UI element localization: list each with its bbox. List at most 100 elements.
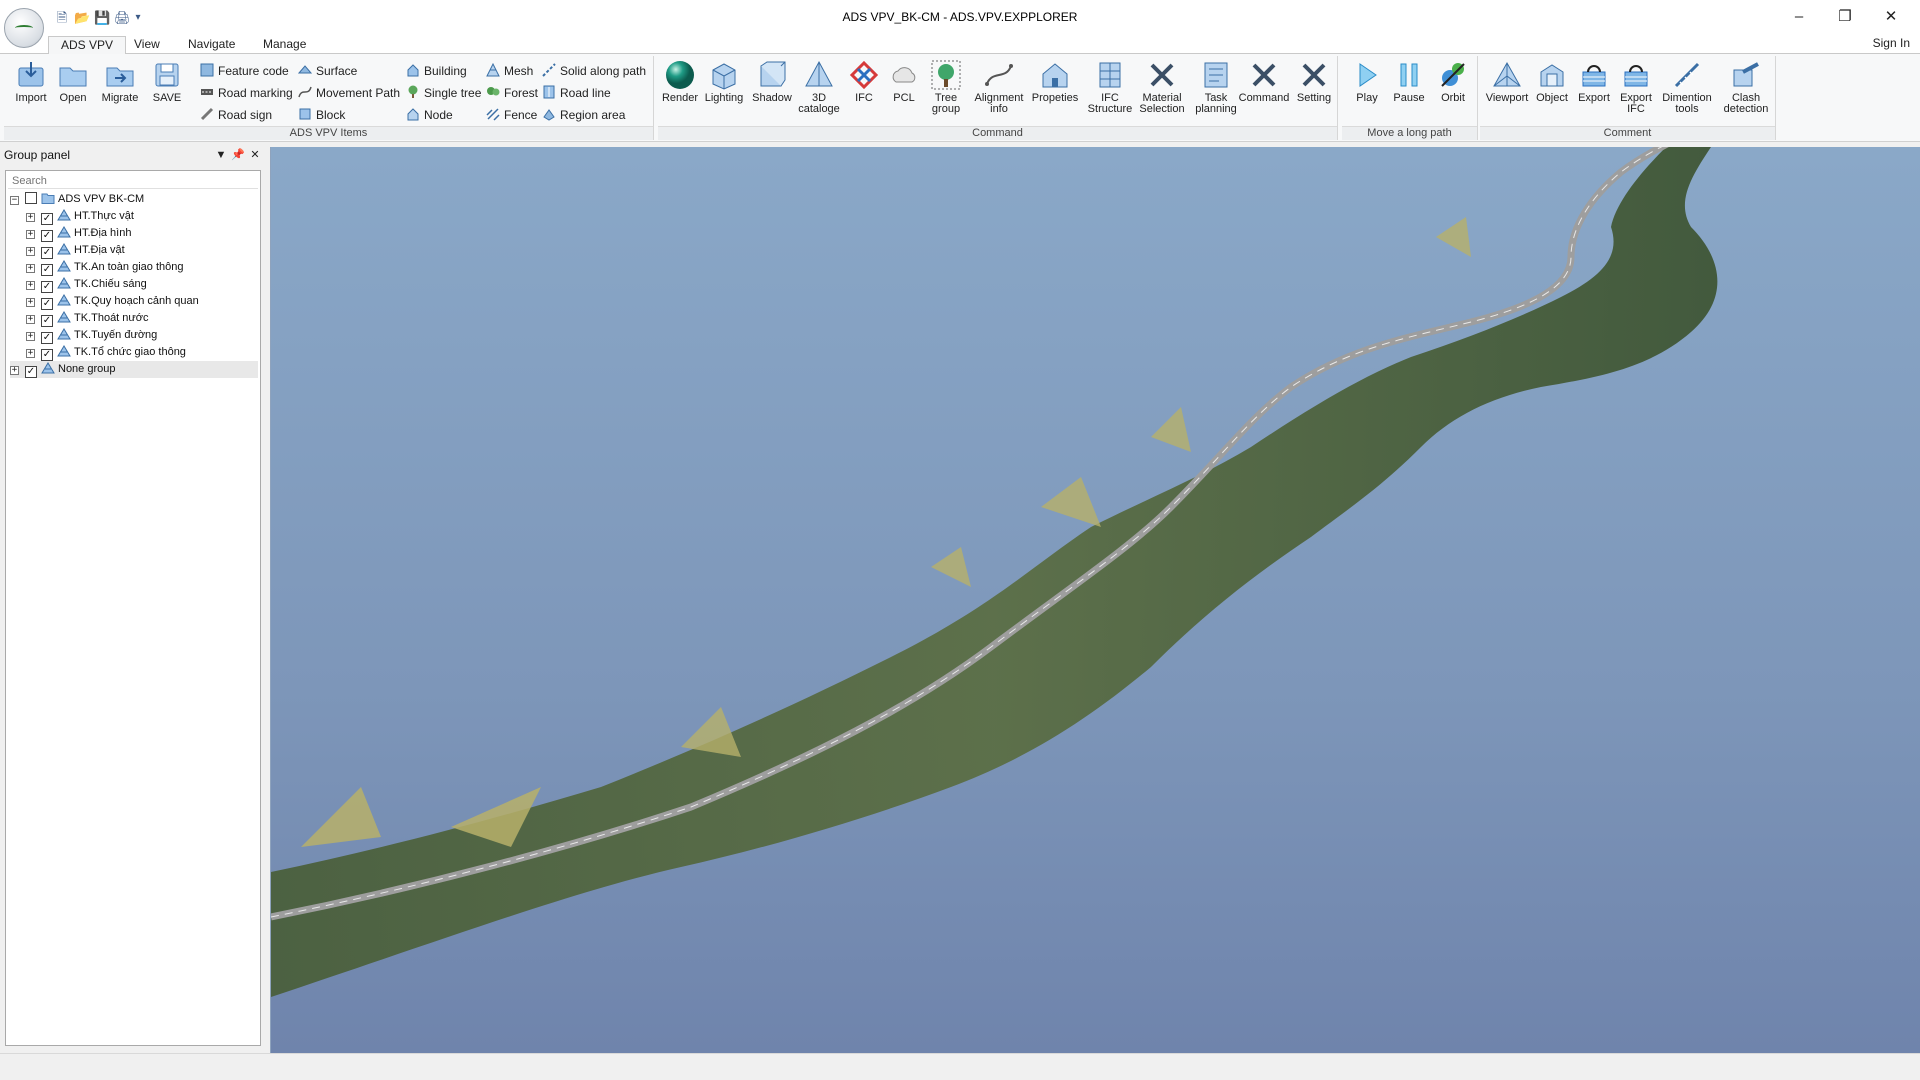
pcl-button[interactable]: PCL bbox=[886, 60, 922, 104]
render-button[interactable]: Render bbox=[660, 60, 700, 104]
tree-root-row[interactable]: − ADS VPV BK-CM bbox=[10, 191, 144, 208]
panel-close-icon[interactable]: ✕ bbox=[248, 146, 262, 164]
tree-checkbox[interactable]: ✓ bbox=[41, 349, 53, 361]
save-button[interactable]: SAVE bbox=[152, 60, 182, 104]
ifc-button[interactable]: IFC bbox=[846, 60, 882, 104]
tree-checkbox[interactable]: ✓ bbox=[41, 298, 53, 310]
building-label: Building bbox=[424, 64, 467, 78]
tree-checkbox[interactable]: ✓ bbox=[41, 332, 53, 344]
slope-patch bbox=[301, 787, 381, 847]
tree-row[interactable]: + ✓ TK.Thoát nước bbox=[26, 310, 149, 327]
tree-row[interactable]: + ✓ HT.Địa hình bbox=[26, 225, 131, 242]
ifc-structure-line2: Structure bbox=[1087, 103, 1133, 115]
expand-icon[interactable]: + bbox=[26, 230, 35, 239]
block-label: Block bbox=[316, 108, 346, 122]
tree-checkbox[interactable]: ✓ bbox=[41, 264, 53, 276]
expand-icon[interactable]: + bbox=[26, 298, 35, 307]
expand-icon[interactable]: + bbox=[26, 281, 35, 290]
tree-group-button[interactable]: Tree group bbox=[926, 60, 966, 115]
command-button[interactable]: Command bbox=[1236, 60, 1292, 104]
group-search-input[interactable] bbox=[8, 173, 258, 189]
fence-button[interactable]: Fence bbox=[486, 106, 537, 124]
movement-path-button[interactable]: Movement Path bbox=[298, 84, 400, 102]
panel-dropdown-icon[interactable]: ▼ bbox=[214, 146, 228, 164]
import-button[interactable]: Import bbox=[14, 60, 48, 104]
solid-along-path-button[interactable]: Solid along path bbox=[542, 62, 646, 80]
expand-icon[interactable]: + bbox=[26, 264, 35, 273]
tab-navigate[interactable]: Navigate bbox=[176, 36, 247, 55]
minimize-button[interactable]: – bbox=[1776, 4, 1822, 30]
task-planning-button[interactable]: Task planning bbox=[1190, 60, 1242, 115]
slope-patch bbox=[1151, 407, 1191, 452]
setting-button[interactable]: Setting bbox=[1292, 60, 1336, 104]
tree-checkbox[interactable]: ✓ bbox=[41, 315, 53, 327]
export-ifc-button[interactable]: Export IFC bbox=[1616, 60, 1656, 115]
expand-icon[interactable]: + bbox=[10, 366, 19, 375]
restore-button[interactable]: ❐ bbox=[1822, 4, 1868, 30]
building-button[interactable]: Building bbox=[406, 62, 467, 80]
material-tools-icon bbox=[1150, 63, 1174, 87]
tree-checkbox[interactable] bbox=[25, 192, 37, 204]
tree-row[interactable]: + ✓ TK.Chiếu sáng bbox=[26, 276, 147, 293]
clash-detection-button[interactable]: Clash detection bbox=[1718, 60, 1774, 115]
dimention-tools-button[interactable]: Dimention tools bbox=[1660, 60, 1714, 115]
expand-icon[interactable]: + bbox=[26, 332, 35, 341]
road-sign-button[interactable]: Road sign bbox=[200, 106, 272, 124]
tab-ads-vpv[interactable]: ADS VPV bbox=[48, 36, 127, 55]
tree-row[interactable]: + ✓ TK.Tổ chức giao thông bbox=[26, 344, 186, 361]
tree-row[interactable]: + ✓ TK.Tuyến đường bbox=[26, 327, 157, 344]
tree-row[interactable]: + ✓ TK.An toàn giao thông bbox=[26, 259, 183, 276]
play-button[interactable]: Play bbox=[1352, 60, 1382, 104]
block-button[interactable]: Block bbox=[298, 106, 345, 124]
material-selection-button[interactable]: Material Selection bbox=[1136, 60, 1188, 115]
panel-pin-icon[interactable]: 📌 bbox=[231, 146, 245, 164]
tree-checkbox[interactable]: ✓ bbox=[41, 281, 53, 293]
shadow-button[interactable]: Shadow bbox=[750, 60, 794, 104]
tree-checkbox[interactable]: ✓ bbox=[41, 230, 53, 242]
tree-row[interactable]: + ✓ HT.Thực vật bbox=[26, 208, 134, 225]
collapse-icon[interactable]: − bbox=[10, 196, 19, 205]
migrate-label: Migrate bbox=[101, 92, 139, 104]
expand-icon[interactable]: + bbox=[26, 349, 35, 358]
tree-row[interactable]: + ✓ HT.Địa vật bbox=[26, 242, 125, 259]
node-button[interactable]: Node bbox=[406, 106, 453, 124]
open-button[interactable]: Open bbox=[58, 60, 88, 104]
orbit-button[interactable]: Orbit bbox=[1436, 60, 1470, 104]
single-tree-button[interactable]: Single tree bbox=[406, 84, 481, 102]
close-button[interactable]: ✕ bbox=[1868, 4, 1914, 30]
migrate-button[interactable]: Migrate bbox=[100, 60, 140, 104]
setting-tools-icon bbox=[1302, 63, 1326, 87]
surface-button[interactable]: Surface bbox=[298, 62, 357, 80]
region-area-button[interactable]: Region area bbox=[542, 106, 625, 124]
alignment-info-button[interactable]: Alignment info bbox=[972, 60, 1026, 115]
lighting-label: Lighting bbox=[704, 92, 744, 104]
tab-manage[interactable]: Manage bbox=[251, 36, 318, 55]
expand-icon[interactable]: + bbox=[26, 315, 35, 324]
properties-button[interactable]: Propeties bbox=[1030, 60, 1080, 104]
sign-in-link[interactable]: Sign In bbox=[1873, 36, 1910, 50]
road-marking-button[interactable]: Road marking bbox=[200, 84, 293, 102]
object-button[interactable]: Object bbox=[1532, 60, 1572, 104]
tree-none-group-row[interactable]: + ✓ None group bbox=[10, 361, 258, 378]
road-line-button[interactable]: Road line bbox=[542, 84, 611, 102]
ifc-structure-button[interactable]: IFC Structure bbox=[1082, 60, 1138, 115]
forest-button[interactable]: Forest bbox=[486, 84, 538, 102]
viewport-button[interactable]: Viewport bbox=[1482, 60, 1532, 104]
3d-viewport[interactable] bbox=[270, 147, 1920, 1053]
info-label: info bbox=[990, 103, 1008, 115]
selection-label: Selection bbox=[1139, 103, 1185, 115]
lighting-button[interactable]: Lighting bbox=[702, 60, 746, 104]
application-menu-button[interactable] bbox=[4, 8, 44, 48]
tree-checkbox[interactable]: ✓ bbox=[41, 213, 53, 225]
feature-code-button[interactable]: Feature code bbox=[200, 62, 289, 80]
tree-checkbox[interactable]: ✓ bbox=[41, 247, 53, 259]
export-button[interactable]: Export bbox=[1574, 60, 1614, 104]
pause-button[interactable]: Pause bbox=[1392, 60, 1426, 104]
tree-row[interactable]: + ✓ TK.Quy hoạch cảnh quan bbox=[26, 293, 199, 310]
expand-icon[interactable]: + bbox=[26, 247, 35, 256]
3d-catalogue-button[interactable]: 3D cataloge bbox=[796, 60, 842, 115]
tab-view[interactable]: View bbox=[122, 36, 172, 55]
mesh-button[interactable]: Mesh bbox=[486, 62, 533, 80]
tree-checkbox[interactable]: ✓ bbox=[25, 366, 37, 378]
expand-icon[interactable]: + bbox=[26, 213, 35, 222]
